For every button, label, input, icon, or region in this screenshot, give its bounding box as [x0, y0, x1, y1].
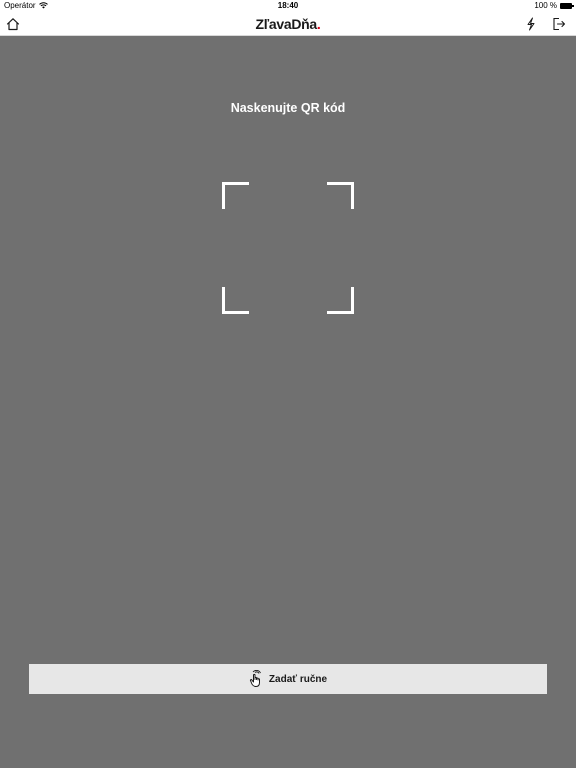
- logout-button[interactable]: [549, 14, 569, 34]
- manual-entry-button[interactable]: Zadať ručne: [29, 664, 547, 694]
- battery-icon: [560, 2, 574, 9]
- status-bar: Operátor 18:40 100 %: [0, 0, 576, 12]
- frame-corner-top-right: [327, 182, 354, 209]
- flash-icon: [527, 17, 535, 31]
- app-logo: ZľavaDňa.: [0, 16, 576, 32]
- hand-tap-icon: [249, 670, 261, 687]
- flash-button[interactable]: [521, 14, 541, 34]
- frame-corner-bottom-right: [327, 287, 354, 314]
- scanner-screen: Operátor 18:40 100 % ZľavaDňa. Naskenujt…: [0, 0, 576, 768]
- frame-corner-top-left: [222, 182, 249, 209]
- manual-entry-label: Zadať ručne: [268, 673, 328, 685]
- logo-text: ZľavaDňa: [255, 16, 318, 32]
- frame-corner-bottom-left: [222, 287, 249, 314]
- status-time: 18:40: [277, 1, 299, 10]
- scan-instruction: Naskenujte QR kód: [230, 101, 346, 115]
- logout-icon: [553, 17, 566, 31]
- status-right: 100 %: [534, 1, 574, 10]
- navigation-bar: ZľavaDňa.: [0, 12, 576, 36]
- qr-scan-frame: [222, 182, 354, 314]
- battery-percent: 100 %: [534, 1, 557, 10]
- logo-dot: .: [316, 16, 321, 32]
